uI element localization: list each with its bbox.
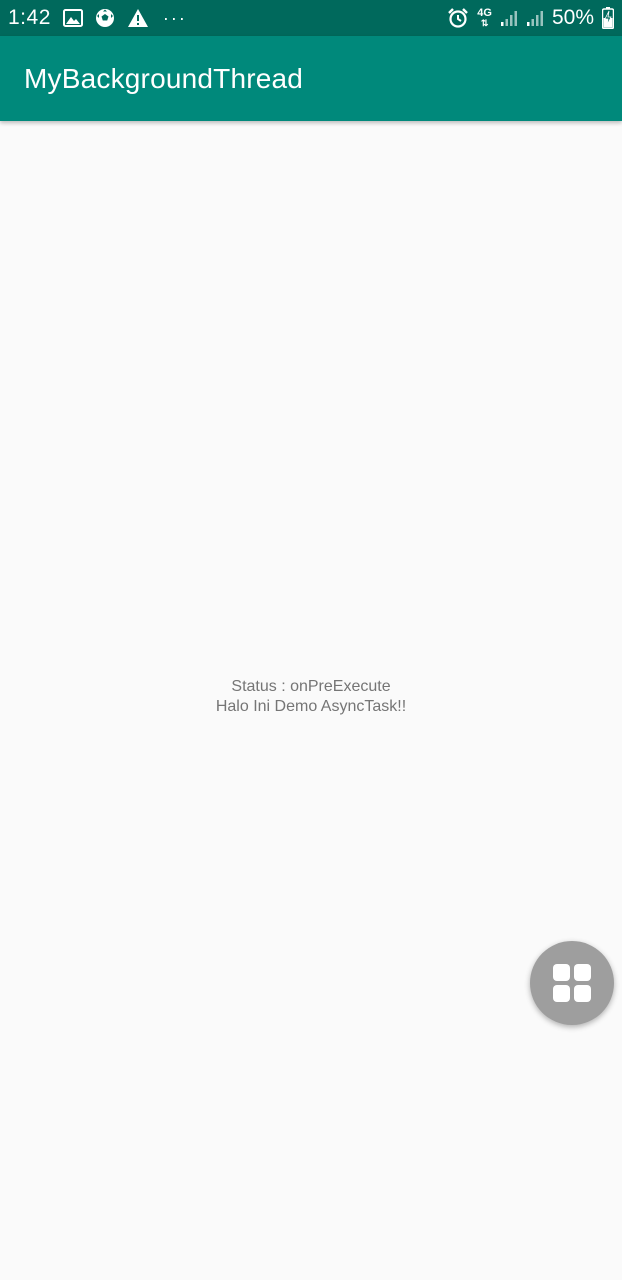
signal-icon-sim1 — [500, 9, 518, 27]
status-bar-left: 1:42 ··· — [8, 6, 187, 30]
status-bar-right: 4G ⇅ 50% — [447, 6, 614, 30]
battery-percent: 50% — [551, 6, 594, 29]
signal-icon-sim2 — [526, 9, 544, 27]
status-bar: 1:42 ··· 4G ⇅ 50% — [0, 0, 622, 36]
status-text: Status : onPreExecute — [231, 678, 391, 695]
image-icon — [62, 9, 83, 27]
status-text-block: Status : onPreExecute Halo Ini Demo Asyn… — [0, 677, 622, 717]
message-text: Halo Ini Demo AsyncTask!! — [215, 698, 407, 715]
status-time: 1:42 — [8, 6, 51, 29]
warning-icon — [127, 8, 149, 28]
battery-charging-icon — [602, 7, 614, 29]
network-type-indicator: 4G ⇅ — [477, 7, 492, 29]
app-title: MyBackgroundThread — [24, 62, 304, 94]
main-content: Status : onPreExecute Halo Ini Demo Asyn… — [0, 121, 622, 1280]
data-arrows-icon: ⇅ — [480, 18, 489, 28]
app-bar: MyBackgroundThread — [0, 36, 622, 121]
alarm-icon — [447, 7, 469, 29]
network-type-label: 4G — [477, 7, 492, 19]
grid-apps-icon — [552, 963, 592, 1003]
more-notifications-dots: ··· — [162, 7, 187, 28]
soccer-ball-icon — [95, 8, 115, 28]
floating-apps-button[interactable] — [530, 941, 614, 1025]
